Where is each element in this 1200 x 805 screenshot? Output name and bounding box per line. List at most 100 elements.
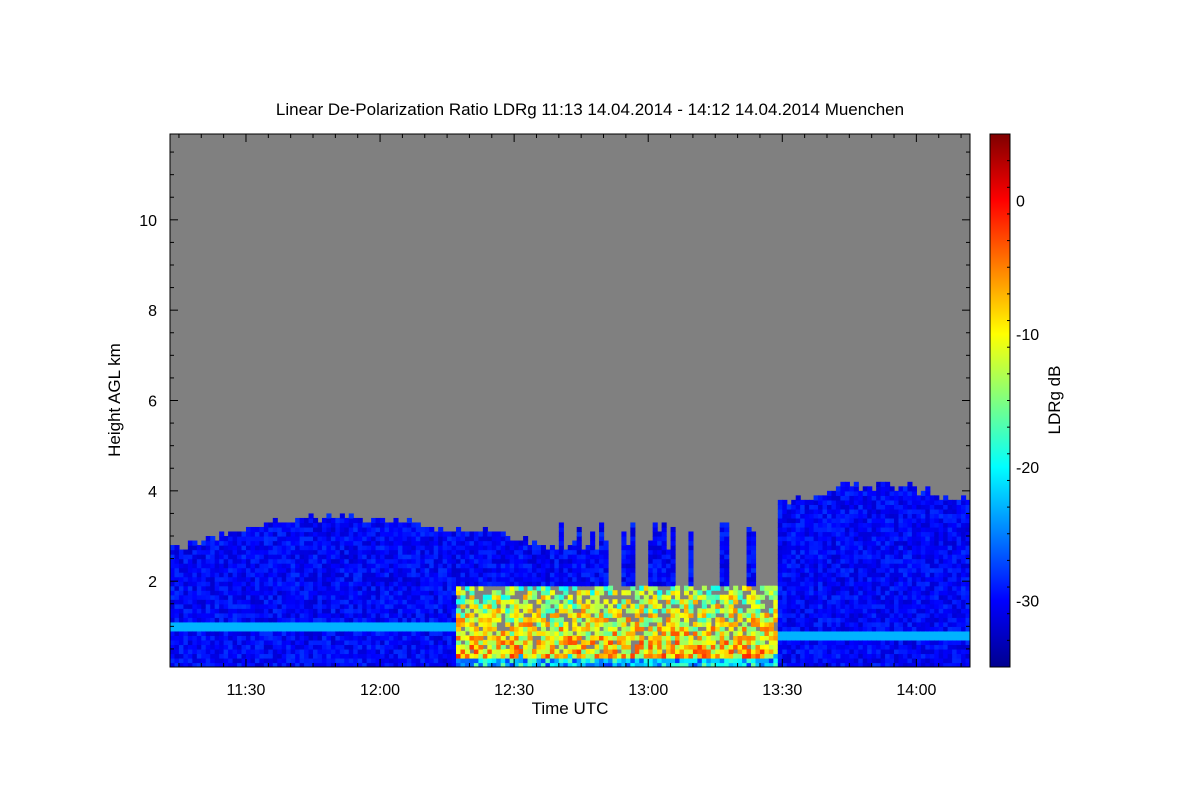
heatmap-cell (482, 536, 488, 542)
heatmap-cell (773, 630, 779, 636)
heatmap-cell (706, 612, 712, 618)
heatmap-cell (491, 581, 497, 587)
heatmap-cell (469, 572, 475, 578)
heatmap-cell (670, 617, 676, 623)
heatmap-cell (313, 581, 319, 587)
heatmap-cell (840, 626, 846, 632)
heatmap-cell (849, 630, 855, 636)
heatmap-cell (384, 644, 390, 650)
heatmap-cell (344, 608, 350, 614)
heatmap-cell (849, 572, 855, 578)
heatmap-cell (456, 558, 462, 564)
heatmap-cell (527, 590, 533, 596)
heatmap-cell (464, 563, 471, 569)
heatmap-cell (581, 612, 587, 618)
heatmap-cell (411, 563, 417, 569)
heatmap-cell (876, 639, 882, 646)
heatmap-cell (326, 621, 332, 627)
heatmap-cell (223, 549, 229, 555)
heatmap-cell (429, 549, 435, 555)
heatmap-cell (751, 558, 757, 564)
heatmap-cell (183, 630, 189, 636)
heatmap-cell (281, 621, 287, 627)
heatmap-cell (424, 621, 430, 627)
heatmap-cell (433, 549, 439, 555)
heatmap-cell (612, 648, 618, 655)
heatmap-cell (786, 581, 792, 587)
heatmap-cell (849, 626, 855, 632)
heatmap-cell (219, 599, 225, 605)
heatmap-cell (911, 635, 917, 641)
heatmap-cell (563, 657, 569, 664)
heatmap-cell (585, 576, 591, 582)
heatmap-cell (447, 626, 453, 632)
heatmap-cell (299, 603, 305, 609)
heatmap-cell (330, 630, 336, 636)
heatmap-cell (192, 545, 198, 551)
heatmap-cell (549, 617, 555, 623)
heatmap-cell (894, 517, 900, 524)
heatmap-cell (178, 657, 185, 664)
heatmap-cell (286, 549, 292, 555)
heatmap-cell (362, 617, 368, 623)
heatmap-cell (934, 576, 940, 582)
heatmap-cell (442, 644, 448, 650)
heatmap-cell (840, 536, 846, 542)
heatmap-cell (563, 576, 569, 582)
heatmap-cell (384, 554, 390, 560)
heatmap-cell (621, 531, 627, 537)
heatmap-cell (237, 558, 243, 564)
heatmap-cell (362, 626, 368, 632)
heatmap-cell (277, 626, 283, 632)
heatmap-cell (321, 558, 328, 564)
heatmap-cell (491, 531, 497, 537)
heatmap-cell (938, 644, 944, 650)
heatmap-cell (558, 581, 564, 587)
heatmap-cell (321, 581, 328, 587)
heatmap-cell (871, 657, 877, 664)
heatmap-cell (406, 545, 412, 551)
heatmap-cell (295, 558, 301, 564)
heatmap-cell (232, 531, 238, 537)
heatmap-cell (456, 648, 462, 655)
heatmap-cell (335, 635, 341, 641)
heatmap-cell (634, 653, 640, 659)
heatmap-cell (442, 554, 448, 560)
heatmap-cell (469, 635, 475, 641)
heatmap-cell (813, 648, 819, 655)
heatmap-cell (885, 554, 891, 560)
heatmap-cell (433, 653, 439, 659)
heatmap-cell (402, 576, 408, 582)
heatmap-cell (353, 536, 359, 542)
heatmap-cell (791, 540, 797, 546)
heatmap-cell (782, 612, 788, 618)
heatmap-cell (250, 540, 256, 546)
heatmap-cell (929, 531, 935, 537)
heatmap-cell (237, 531, 243, 537)
heatmap-cell (228, 536, 234, 542)
heatmap-cell (178, 572, 185, 578)
heatmap-cell (777, 603, 783, 609)
heatmap-cell (321, 531, 328, 537)
heatmap-cell (572, 576, 578, 582)
heatmap-cell (286, 581, 292, 587)
heatmap-cell (348, 648, 354, 655)
heatmap-cell (375, 549, 381, 555)
heatmap-cell (496, 590, 502, 596)
heatmap-cell (496, 630, 502, 636)
heatmap-cell (639, 599, 645, 605)
heatmap-cell (746, 576, 752, 582)
heatmap-cell (889, 657, 895, 664)
heatmap-cell (809, 581, 815, 587)
heatmap-cell (683, 635, 690, 641)
heatmap-cell (630, 635, 636, 641)
heatmap-cell (353, 617, 359, 623)
heatmap-cell (907, 572, 913, 578)
heatmap-cell (661, 657, 667, 664)
heatmap-cell (335, 590, 341, 596)
heatmap-cell (263, 540, 269, 546)
heatmap-cell (317, 630, 323, 636)
heatmap-cell (831, 495, 837, 501)
heatmap-cell (576, 572, 582, 578)
heatmap-cell (692, 657, 698, 664)
